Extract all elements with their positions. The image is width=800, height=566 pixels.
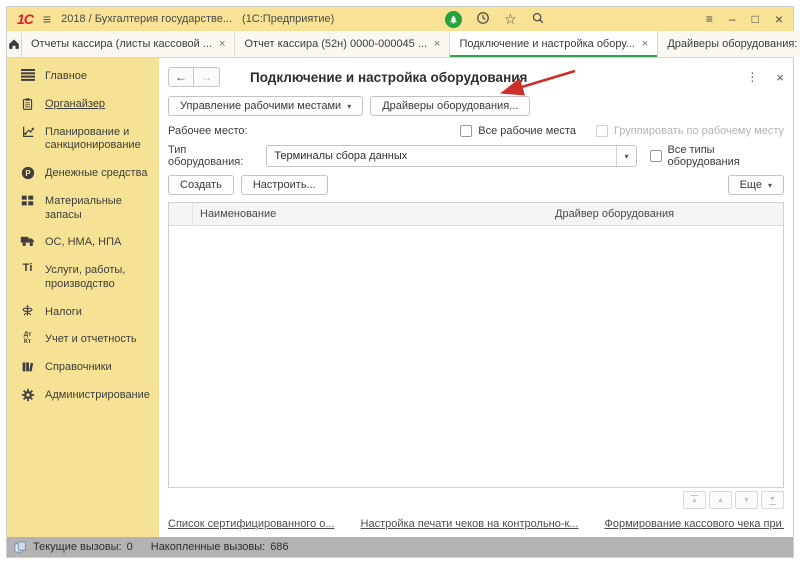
- ruble-coin-icon: Р: [19, 166, 36, 180]
- equipment-drivers-button[interactable]: Драйверы оборудования...: [370, 96, 530, 116]
- maximize-button[interactable]: □: [752, 13, 759, 25]
- section-sidebar: Главное Органайзер Планирование и санкци…: [7, 58, 159, 537]
- current-calls-value: 0: [127, 541, 133, 553]
- tab-cashier-reports[interactable]: Отчеты кассира (листы кассовой ... ×: [22, 31, 235, 57]
- checkbox-icon: [650, 150, 662, 162]
- table-body-empty[interactable]: [169, 226, 783, 487]
- create-button[interactable]: Создать: [168, 175, 234, 195]
- workplace-label: Рабочее место:: [168, 125, 248, 137]
- back-button[interactable]: ←: [168, 67, 194, 87]
- eagle-emblem-icon: [19, 305, 36, 318]
- 1c-logo: 1С: [17, 11, 33, 27]
- manage-workplaces-button[interactable]: Управление рабочими местами ▾: [168, 96, 363, 116]
- combo-dropdown-icon[interactable]: ▾: [616, 146, 636, 166]
- minimize-button[interactable]: –: [729, 13, 736, 25]
- close-tab-icon[interactable]: ×: [219, 38, 225, 50]
- svg-text:Р: Р: [25, 169, 30, 178]
- close-tab-icon[interactable]: ×: [642, 38, 648, 50]
- accumulated-calls-label: Накопленные вызовы:: [151, 541, 265, 553]
- sidebar-item-services[interactable]: Тi Услуги, работы, производство: [7, 257, 159, 299]
- equipment-table: Наименование Драйвер оборудования: [168, 202, 784, 488]
- configure-button[interactable]: Настроить...: [241, 175, 328, 195]
- table-header: Наименование Драйвер оборудования: [169, 203, 783, 226]
- window-title: 2018 / Бухгалтерия государстве...: [61, 13, 232, 25]
- related-links: Список сертифицированного о... Настройка…: [168, 513, 784, 537]
- forward-button[interactable]: →: [194, 67, 220, 87]
- books-icon: [19, 360, 36, 373]
- status-bar: Текущие вызовы: 0 Накопленные вызовы: 68…: [7, 537, 793, 557]
- history-icon[interactable]: [476, 11, 490, 28]
- favorites-icon[interactable]: ☆: [504, 11, 517, 28]
- hamburger-icon: [19, 69, 36, 81]
- page-title: Подключение и настройка оборудования: [250, 70, 527, 85]
- table-nav-buttons: ▲ ▲ ▼ ▼: [168, 491, 784, 509]
- tab-equipment-drivers[interactable]: Драйверы оборудования: Драйве... ×: [658, 31, 800, 57]
- column-header-driver[interactable]: Драйвер оборудования: [548, 203, 783, 225]
- close-panel-icon[interactable]: ×: [776, 70, 784, 85]
- group-by-workplace-checkbox: Группировать по рабочему месту: [596, 125, 784, 137]
- equipment-type-select[interactable]: Терминалы сбора данных ▾: [266, 145, 637, 167]
- dt-kt-icon: ДтКт: [19, 332, 36, 345]
- tab-cashier-report-52n[interactable]: Отчет кассира (52н) 0000-000045 ... ×: [235, 31, 450, 57]
- calls-indicator-icon: [14, 541, 27, 553]
- clipboard-icon: [19, 97, 36, 111]
- service-messages-icon[interactable]: [445, 11, 462, 28]
- close-tab-icon[interactable]: ×: [434, 38, 440, 50]
- sidebar-item-materials[interactable]: Материальные запасы: [7, 188, 159, 230]
- accumulated-calls-value: 686: [270, 541, 288, 553]
- app-name: (1С:Предприятие): [242, 13, 334, 25]
- equipment-type-label: Тип оборудования:: [168, 144, 260, 168]
- sidebar-item-fixed-assets[interactable]: ОС, НМА, НПА: [7, 229, 159, 257]
- equipment-setup-panel: ← → Подключение и настройка оборудования…: [159, 58, 793, 537]
- main-menu-icon[interactable]: ≡: [43, 11, 51, 27]
- chart-arrow-icon: [19, 125, 36, 139]
- search-icon[interactable]: [531, 11, 545, 28]
- checkbox-icon: [460, 125, 472, 137]
- truck-icon: [19, 235, 36, 247]
- chevron-down-icon: ▾: [768, 181, 772, 190]
- column-header-name[interactable]: Наименование: [193, 203, 548, 225]
- ti-letters-icon: Тi: [19, 263, 36, 274]
- sidebar-item-accounting[interactable]: ДтКт Учет и отчетность: [7, 326, 159, 354]
- go-down-button[interactable]: ▼: [735, 491, 758, 509]
- go-last-button[interactable]: ▼: [761, 491, 784, 509]
- link-receipt-generation[interactable]: Формирование кассового чека при осуществ…: [605, 518, 784, 530]
- all-equipment-types-checkbox[interactable]: Все типы оборудования: [650, 144, 784, 168]
- sidebar-item-planning[interactable]: Планирование и санкционирование: [7, 119, 159, 161]
- sidebar-item-taxes[interactable]: Налоги: [7, 299, 159, 327]
- checkbox-icon: [596, 125, 608, 137]
- tab-equipment-setup[interactable]: Подключение и настройка обору... ×: [450, 31, 658, 57]
- chevron-down-icon: ▾: [347, 102, 351, 111]
- tab-bar: Отчеты кассира (листы кассовой ... × Отч…: [7, 31, 793, 58]
- link-receipt-print-setup[interactable]: Настройка печати чеков на контрольно-к..…: [361, 518, 579, 530]
- sidebar-item-organizer[interactable]: Органайзер: [7, 91, 159, 119]
- more-button[interactable]: Еще ▾: [728, 175, 784, 195]
- more-menu-icon[interactable]: ⋮: [746, 70, 758, 84]
- close-window-button[interactable]: ×: [775, 12, 783, 26]
- fir-tree-icon: [448, 14, 459, 25]
- title-bar: 1С ≡ 2018 / Бухгалтерия государстве... (…: [7, 7, 793, 31]
- sidebar-item-administration[interactable]: Администрирование: [7, 382, 159, 410]
- sidebar-item-main[interactable]: Главное: [7, 63, 159, 91]
- go-first-button[interactable]: ▲: [683, 491, 706, 509]
- grid-boxes-icon: [19, 194, 36, 207]
- sidebar-item-references[interactable]: Справочники: [7, 354, 159, 382]
- tab-home[interactable]: [7, 31, 22, 57]
- functions-menu-icon[interactable]: ≡: [706, 13, 713, 25]
- home-icon: [7, 37, 21, 51]
- go-up-button[interactable]: ▲: [709, 491, 732, 509]
- link-certified-list[interactable]: Список сертифицированного о...: [168, 518, 335, 530]
- sidebar-item-money[interactable]: Р Денежные средства: [7, 160, 159, 188]
- app-window: 1С ≡ 2018 / Бухгалтерия государстве... (…: [6, 6, 794, 558]
- gear-icon: [19, 388, 36, 402]
- current-calls-label: Текущие вызовы:: [33, 541, 122, 553]
- all-workplaces-checkbox[interactable]: Все рабочие места: [460, 125, 576, 137]
- table-selector-column: [169, 203, 193, 225]
